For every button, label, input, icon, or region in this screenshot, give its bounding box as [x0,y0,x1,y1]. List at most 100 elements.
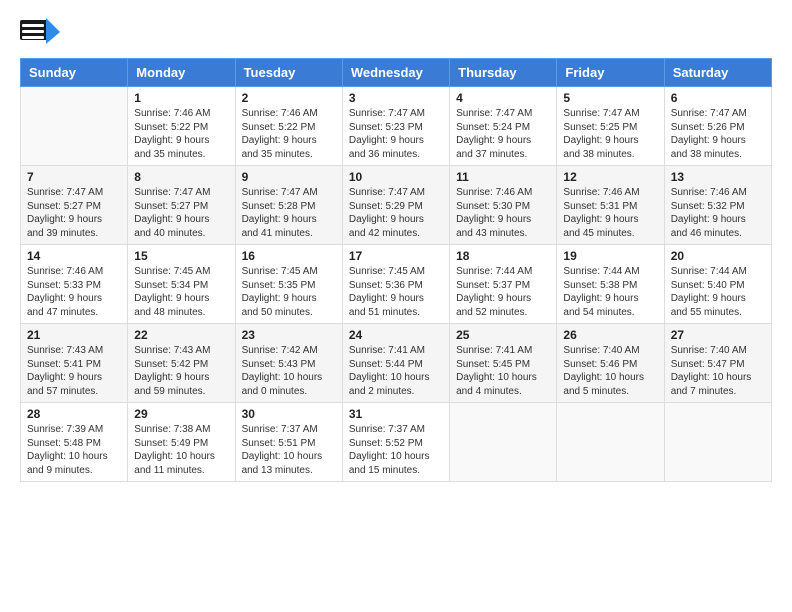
weekday-header-monday: Monday [128,59,235,87]
day-info: Sunrise: 7:39 AM Sunset: 5:48 PM Dayligh… [27,423,121,477]
day-number: 20 [671,249,765,263]
calendar-cell: 29 Sunrise: 7:38 AM Sunset: 5:49 PM Dayli… [128,403,235,482]
day-number: 11 [456,170,550,184]
day-number: 2 [242,91,336,105]
day-number: 24 [349,328,443,342]
day-info: Sunrise: 7:46 AM Sunset: 5:30 PM Dayligh… [456,186,550,240]
calendar-cell: 15 Sunrise: 7:45 AM Sunset: 5:34 PM Dayli… [128,245,235,324]
calendar-cell: 17 Sunrise: 7:45 AM Sunset: 5:36 PM Dayli… [342,245,449,324]
calendar-cell: 25Sunrise: 7:41 AM Sunset: 5:45 PM Dayli… [450,324,557,403]
day-number: 9 [242,170,336,184]
calendar-cell: 24 Sunrise: 7:41 AM Sunset: 5:44 PM Dayli… [342,324,449,403]
day-info: Sunrise: 7:43 AM Sunset: 5:42 PM Dayligh… [134,344,228,398]
day-info: Sunrise: 7:42 AM Sunset: 5:43 PM Dayligh… [242,344,336,398]
calendar-cell: 27 Sunrise: 7:40 AM Sunset: 5:47 PM Dayli… [664,324,771,403]
logo [20,16,64,48]
day-info: Sunrise: 7:47 AM Sunset: 5:28 PM Dayligh… [242,186,336,240]
page: SundayMondayTuesdayWednesdayThursdayFrid… [0,0,792,612]
day-info: Sunrise: 7:44 AM Sunset: 5:38 PM Dayligh… [563,265,657,319]
calendar-cell: 8 Sunrise: 7:47 AM Sunset: 5:27 PM Daylig… [128,166,235,245]
calendar-cell: 2 Sunrise: 7:46 AM Sunset: 5:22 PM Daylig… [235,87,342,166]
day-info: Sunrise: 7:46 AM Sunset: 5:22 PM Dayligh… [242,107,336,161]
calendar-cell: 22 Sunrise: 7:43 AM Sunset: 5:42 PM Dayli… [128,324,235,403]
calendar-cell: 5 Sunrise: 7:47 AM Sunset: 5:25 PM Daylig… [557,87,664,166]
weekday-header-friday: Friday [557,59,664,87]
day-info: Sunrise: 7:41 AM Sunset: 5:44 PM Dayligh… [349,344,443,398]
day-number: 28 [27,407,121,421]
day-info: Sunrise: 7:47 AM Sunset: 5:27 PM Dayligh… [134,186,228,240]
day-info: Sunrise: 7:47 AM Sunset: 5:23 PM Dayligh… [349,107,443,161]
weekday-header-thursday: Thursday [450,59,557,87]
calendar-cell: 19 Sunrise: 7:44 AM Sunset: 5:38 PM Dayli… [557,245,664,324]
calendar-cell [664,403,771,482]
calendar-cell: 7 Sunrise: 7:47 AM Sunset: 5:27 PM Daylig… [21,166,128,245]
calendar-cell: 12Sunrise: 7:46 AM Sunset: 5:31 PM Dayli… [557,166,664,245]
day-number: 1 [134,91,228,105]
day-info: Sunrise: 7:44 AM Sunset: 5:37 PM Dayligh… [456,265,550,319]
calendar-cell: 13 Sunrise: 7:46 AM Sunset: 5:32 PM Dayli… [664,166,771,245]
calendar-cell: 1 Sunrise: 7:46 AM Sunset: 5:22 PM Daylig… [128,87,235,166]
calendar-cell: 23 Sunrise: 7:42 AM Sunset: 5:43 PM Dayli… [235,324,342,403]
day-number: 23 [242,328,336,342]
calendar-cell [450,403,557,482]
week-row-5: 28 Sunrise: 7:39 AM Sunset: 5:48 PM Dayli… [21,403,772,482]
day-number: 30 [242,407,336,421]
day-info: Sunrise: 7:46 AM Sunset: 5:31 PM Dayligh… [563,186,657,240]
day-info: Sunrise: 7:38 AM Sunset: 5:49 PM Dayligh… [134,423,228,477]
calendar-cell: 4 Sunrise: 7:47 AM Sunset: 5:24 PM Daylig… [450,87,557,166]
day-number: 4 [456,91,550,105]
day-number: 15 [134,249,228,263]
day-info: Sunrise: 7:40 AM Sunset: 5:46 PM Dayligh… [563,344,657,398]
day-number: 29 [134,407,228,421]
calendar-table: SundayMondayTuesdayWednesdayThursdayFrid… [20,58,772,482]
calendar-cell [21,87,128,166]
day-number: 18 [456,249,550,263]
calendar-cell: 14 Sunrise: 7:46 AM Sunset: 5:33 PM Dayli… [21,245,128,324]
calendar-cell: 28 Sunrise: 7:39 AM Sunset: 5:48 PM Dayli… [21,403,128,482]
header [20,16,772,48]
week-row-3: 14 Sunrise: 7:46 AM Sunset: 5:33 PM Dayli… [21,245,772,324]
day-number: 8 [134,170,228,184]
calendar-cell: 9 Sunrise: 7:47 AM Sunset: 5:28 PM Daylig… [235,166,342,245]
calendar-cell: 3Sunrise: 7:47 AM Sunset: 5:23 PM Daylig… [342,87,449,166]
calendar-cell: 11 Sunrise: 7:46 AM Sunset: 5:30 PM Dayli… [450,166,557,245]
day-number: 10 [349,170,443,184]
day-number: 6 [671,91,765,105]
day-info: Sunrise: 7:44 AM Sunset: 5:40 PM Dayligh… [671,265,765,319]
day-number: 13 [671,170,765,184]
calendar-cell: 10Sunrise: 7:47 AM Sunset: 5:29 PM Dayli… [342,166,449,245]
day-info: Sunrise: 7:40 AM Sunset: 5:47 PM Dayligh… [671,344,765,398]
calendar-cell: 6Sunrise: 7:47 AM Sunset: 5:26 PM Daylig… [664,87,771,166]
day-number: 22 [134,328,228,342]
weekday-header-row: SundayMondayTuesdayWednesdayThursdayFrid… [21,59,772,87]
day-info: Sunrise: 7:41 AM Sunset: 5:45 PM Dayligh… [456,344,550,398]
day-info: Sunrise: 7:46 AM Sunset: 5:32 PM Dayligh… [671,186,765,240]
day-info: Sunrise: 7:45 AM Sunset: 5:36 PM Dayligh… [349,265,443,319]
day-number: 7 [27,170,121,184]
week-row-4: 21Sunrise: 7:43 AM Sunset: 5:41 PM Dayli… [21,324,772,403]
calendar-cell: 30 Sunrise: 7:37 AM Sunset: 5:51 PM Dayli… [235,403,342,482]
day-number: 16 [242,249,336,263]
day-number: 27 [671,328,765,342]
day-info: Sunrise: 7:47 AM Sunset: 5:27 PM Dayligh… [27,186,121,240]
day-info: Sunrise: 7:37 AM Sunset: 5:52 PM Dayligh… [349,423,443,477]
day-info: Sunrise: 7:46 AM Sunset: 5:33 PM Dayligh… [27,265,121,319]
day-number: 14 [27,249,121,263]
calendar-cell: 21Sunrise: 7:43 AM Sunset: 5:41 PM Dayli… [21,324,128,403]
day-info: Sunrise: 7:47 AM Sunset: 5:25 PM Dayligh… [563,107,657,161]
day-info: Sunrise: 7:46 AM Sunset: 5:22 PM Dayligh… [134,107,228,161]
weekday-header-tuesday: Tuesday [235,59,342,87]
calendar-cell: 18 Sunrise: 7:44 AM Sunset: 5:37 PM Dayli… [450,245,557,324]
day-number: 26 [563,328,657,342]
day-info: Sunrise: 7:37 AM Sunset: 5:51 PM Dayligh… [242,423,336,477]
day-number: 31 [349,407,443,421]
day-info: Sunrise: 7:47 AM Sunset: 5:24 PM Dayligh… [456,107,550,161]
day-number: 17 [349,249,443,263]
weekday-header-saturday: Saturday [664,59,771,87]
day-info: Sunrise: 7:43 AM Sunset: 5:41 PM Dayligh… [27,344,121,398]
weekday-header-sunday: Sunday [21,59,128,87]
day-info: Sunrise: 7:45 AM Sunset: 5:34 PM Dayligh… [134,265,228,319]
day-info: Sunrise: 7:45 AM Sunset: 5:35 PM Dayligh… [242,265,336,319]
day-number: 19 [563,249,657,263]
day-number: 5 [563,91,657,105]
